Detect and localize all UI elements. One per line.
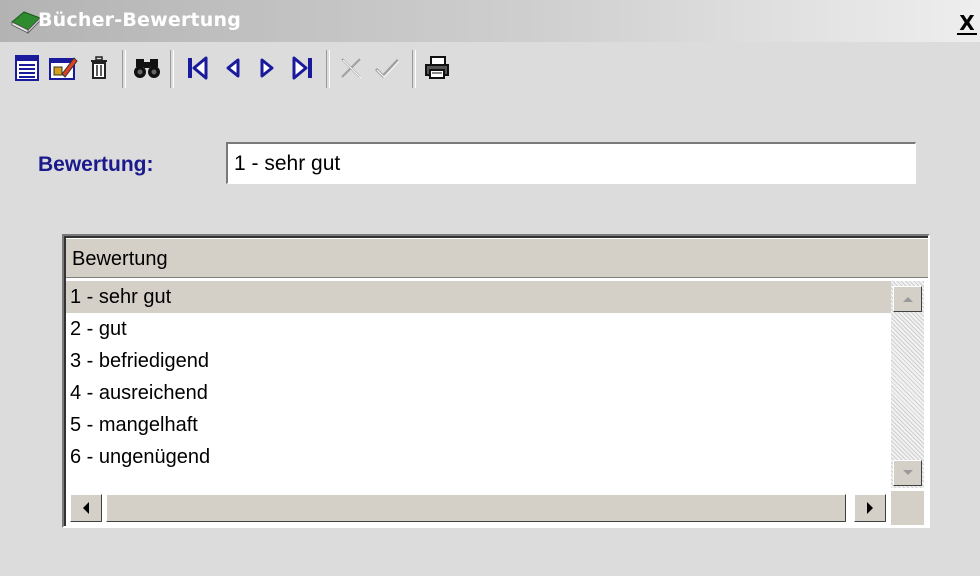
scroll-up-button[interactable]	[893, 286, 922, 312]
arrow-right-icon	[867, 502, 873, 514]
scrollbar-corner	[891, 491, 924, 525]
arrow-left-icon	[83, 502, 89, 514]
scroll-left-button[interactable]	[70, 494, 102, 522]
toolbar-separator	[326, 50, 330, 88]
cancel-button[interactable]	[334, 50, 368, 86]
grid-rows: 1 - sehr gut 2 - gut 3 - befriedigend 4 …	[66, 281, 891, 473]
bewertung-label: Bewertung:	[38, 153, 154, 176]
vertical-scrollbar[interactable]	[891, 281, 924, 488]
trash-icon	[91, 56, 107, 79]
edit-record-button[interactable]	[46, 50, 80, 86]
grid-body: Bewertung 1 - sehr gut 2 - gut 3 - befri…	[64, 236, 928, 526]
close-button[interactable]: X	[957, 13, 977, 35]
previous-record-button[interactable]	[216, 50, 250, 86]
new-record-button[interactable]	[10, 50, 44, 86]
toolbar	[0, 46, 980, 90]
table-row[interactable]: 6 - ungenügend	[66, 441, 891, 473]
edit-pencil-icon	[49, 57, 78, 80]
horizontal-scroll-thumb[interactable]	[106, 494, 846, 522]
toolbar-separator	[170, 50, 174, 88]
last-record-icon	[292, 56, 312, 80]
scroll-right-button[interactable]	[854, 494, 886, 522]
table-row[interactable]: 2 - gut	[66, 313, 891, 345]
printer-icon	[425, 56, 449, 79]
next-icon	[260, 58, 274, 78]
title-bar: Bücher-Bewertung X	[0, 0, 980, 42]
cross-icon	[341, 58, 362, 79]
first-record-icon	[188, 56, 208, 80]
next-record-button[interactable]	[250, 50, 284, 86]
table-row[interactable]: 1 - sehr gut	[66, 281, 891, 313]
scroll-down-button[interactable]	[893, 460, 922, 486]
window-title: Bücher-Bewertung	[38, 9, 242, 31]
arrow-up-icon	[902, 297, 913, 302]
print-button[interactable]	[420, 50, 454, 86]
column-header-bewertung[interactable]: Bewertung	[66, 238, 928, 278]
toolbar-separator	[412, 50, 416, 88]
binoculars-icon	[134, 59, 160, 78]
toolbar-separator	[122, 50, 126, 88]
form-list-icon	[15, 55, 39, 81]
previous-icon	[226, 58, 240, 78]
bewertung-grid: Bewertung 1 - sehr gut 2 - gut 3 - befri…	[62, 234, 930, 528]
confirm-button[interactable]	[370, 50, 404, 86]
table-row[interactable]: 4 - ausreichend	[66, 377, 891, 409]
search-button[interactable]	[130, 50, 164, 86]
bewertung-input[interactable]	[226, 142, 916, 184]
delete-record-button[interactable]	[82, 50, 116, 86]
last-record-button[interactable]	[286, 50, 320, 86]
horizontal-scrollbar[interactable]	[66, 491, 891, 525]
checkmark-icon	[374, 58, 400, 79]
first-record-button[interactable]	[180, 50, 214, 86]
arrow-down-icon	[902, 470, 913, 475]
table-row[interactable]: 3 - befriedigend	[66, 345, 891, 377]
table-row[interactable]: 5 - mangelhaft	[66, 409, 891, 441]
